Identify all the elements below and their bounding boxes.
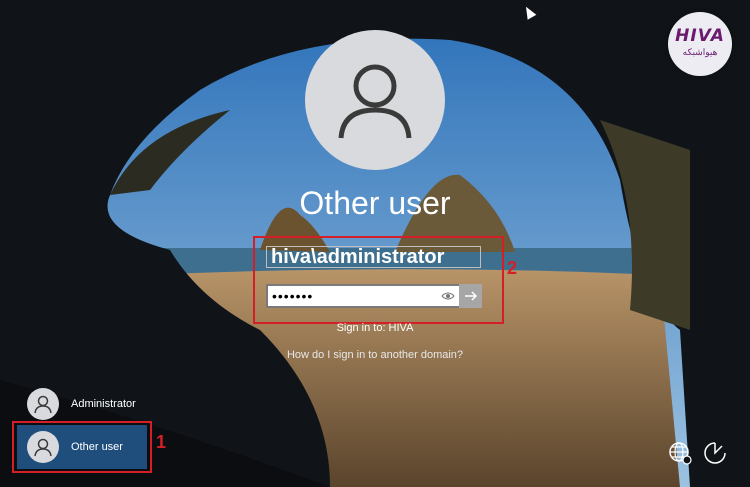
user-list-item-administrator[interactable]: Administrator: [27, 388, 136, 420]
annotation-box-other-user: [12, 421, 152, 473]
selected-user-name: Other user: [299, 185, 451, 221]
user-avatar-large: [305, 30, 445, 170]
annotation-number-2: 2: [507, 258, 518, 278]
user-silhouette-icon: [34, 395, 52, 414]
password-row: •••••••: [266, 284, 482, 308]
sign-in-domain-text: Sign in to: HIVA: [336, 322, 414, 334]
password-field[interactable]: •••••••: [266, 284, 459, 308]
network-globe-icon[interactable]: [667, 440, 693, 466]
submit-button[interactable]: [459, 284, 482, 308]
eye-icon[interactable]: [441, 289, 455, 303]
watermark-logo: HIVA هیواشبکه: [668, 12, 732, 76]
another-domain-link[interactable]: How do I sign in to another domain?: [0, 349, 750, 361]
user-list-item-label: Administrator: [71, 398, 136, 410]
arrow-right-icon: [464, 291, 477, 301]
user-silhouette-icon: [338, 64, 412, 139]
ease-of-access-icon[interactable]: [702, 440, 728, 466]
logo-brand-text: HIVA: [675, 26, 725, 46]
annotation-number-1: 1: [156, 432, 167, 452]
user-avatar-small: [27, 388, 59, 420]
username-field[interactable]: hiva\administrator: [266, 246, 481, 268]
logo-sub-text: هیواشبکه: [682, 47, 718, 57]
